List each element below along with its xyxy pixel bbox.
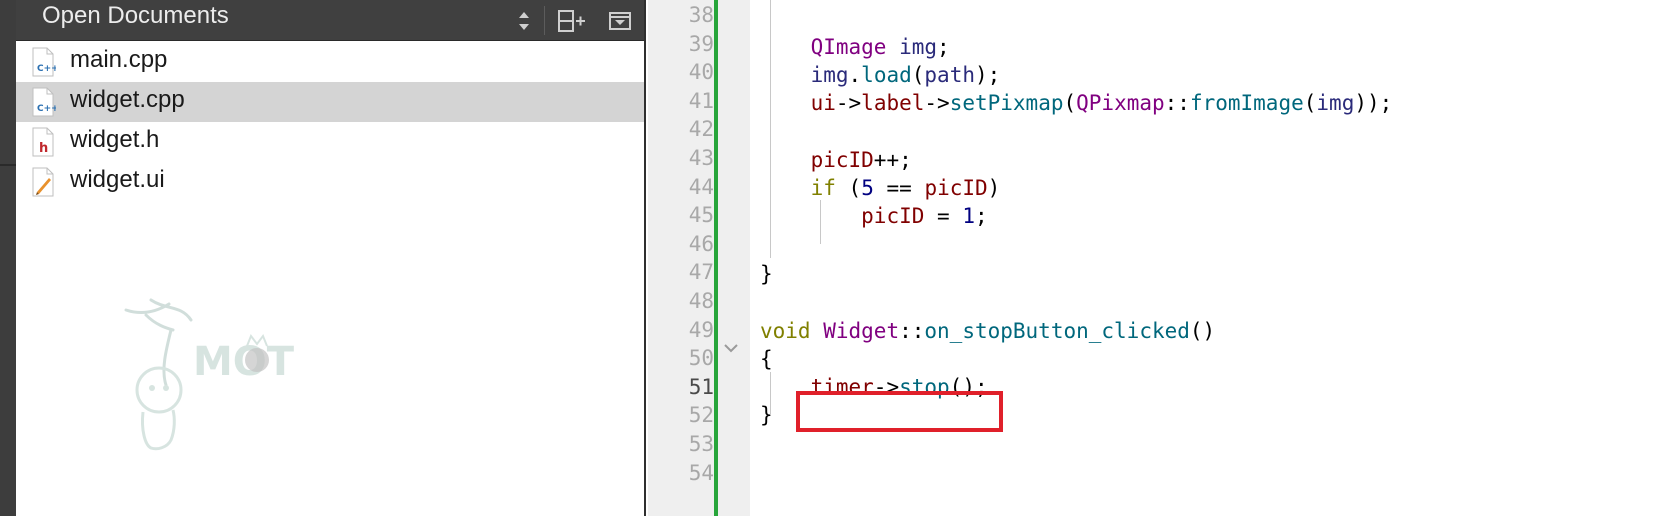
line-number: 49 (688, 317, 714, 342)
code-text-area[interactable]: QImage img; img.load(path); ui->label->s… (760, 0, 1650, 516)
line-number: 53 (688, 432, 714, 456)
line-number: 45 (688, 203, 714, 228)
fold-chevron-down-icon[interactable] (722, 339, 740, 357)
code-line-45: picID = 1; (861, 204, 988, 228)
cpp-file-icon: C++ (32, 87, 56, 117)
line-number: 46 (688, 231, 714, 256)
document-label: widget.ui (70, 166, 165, 193)
document-label: widget.cpp (70, 86, 185, 113)
code-line-43: picID++; (810, 148, 912, 172)
ui-form-file-icon (32, 167, 54, 197)
document-label: widget.h (70, 126, 160, 153)
open-documents-title: Open Documents (42, 2, 229, 29)
line-number: 47 (688, 260, 714, 285)
code-line-47: } (760, 262, 773, 286)
document-item-widget-ui[interactable]: widget.ui (16, 162, 644, 202)
line-number: 54 (688, 460, 714, 485)
line-number: 39 (688, 31, 714, 56)
sort-selector-button[interactable] (510, 0, 538, 41)
mascot-watermark-logo: MOT (124, 298, 295, 451)
svg-text:MOT: MOT (193, 339, 295, 385)
code-line-44: if (5 == picID) (810, 176, 1001, 200)
code-line-50: { (760, 347, 773, 371)
sidebar-divider (0, 164, 16, 166)
open-documents-panel: Open Documents C++ main.cpp C++ widget.c… (16, 0, 646, 516)
up-down-arrows-icon (519, 11, 529, 30)
line-number: 50 (688, 346, 714, 371)
code-line-49: void Widget::on_stopButton_clicked() (760, 319, 1216, 343)
fold-margin (718, 0, 750, 516)
open-documents-list: C++ main.cpp C++ widget.cpp h widget.h w… (16, 42, 644, 202)
document-item-main-cpp[interactable]: C++ main.cpp (16, 42, 644, 82)
document-label: main.cpp (70, 46, 168, 73)
code-line-52: } (760, 403, 773, 427)
code-editor[interactable]: 38 39 40 41 42 43 44 45 46 47 48 49 50 51 52 53 54 QImag… (648, 0, 1656, 516)
line-number: 41 (688, 88, 714, 113)
line-number: 48 (688, 289, 714, 313)
line-number: 44 (688, 174, 714, 199)
document-item-widget-h[interactable]: h widget.h (16, 122, 644, 162)
code-line-41: ui->label->setPixmap(QPixmap::fromImage(… (810, 91, 1393, 115)
svg-text:h: h (39, 141, 48, 156)
cpp-file-icon: C++ (32, 47, 56, 77)
split-view-button[interactable] (552, 0, 592, 41)
code-line-40: img.load(path); (810, 63, 1001, 87)
svg-text:C++: C++ (37, 64, 56, 74)
line-number: 40 (688, 60, 714, 85)
line-number: 51 (688, 374, 714, 399)
code-line-39: QImage img; (810, 35, 950, 59)
line-number: 42 (688, 117, 714, 142)
header-file-icon: h (32, 127, 54, 157)
line-number: 43 (688, 146, 714, 170)
panel-menu-button[interactable] (602, 0, 638, 41)
document-item-widget-cpp[interactable]: C++ widget.cpp (16, 82, 644, 122)
svg-text:C++: C++ (37, 104, 56, 114)
split-add-icon (558, 9, 585, 32)
header-separator (544, 6, 545, 35)
line-number: 38 (688, 3, 714, 27)
highlight-annotation-box (796, 391, 1003, 432)
open-documents-header: Open Documents (16, 0, 644, 41)
line-number: 52 (688, 403, 714, 428)
left-sidebar-strip (0, 0, 16, 516)
dropdown-menu-icon (609, 11, 631, 30)
line-number-gutter: 38 39 40 41 42 43 44 45 46 47 48 49 50 51 52 53 54 (648, 0, 714, 516)
